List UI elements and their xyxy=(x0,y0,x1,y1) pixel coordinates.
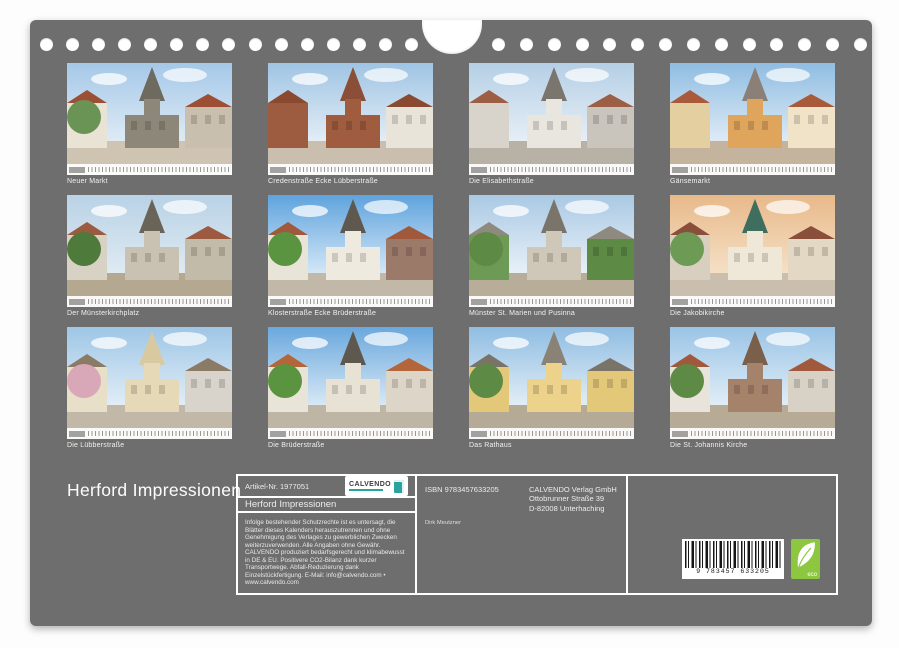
info-box-middle-column: ISBN 9783457633205 CALVENDO Verlag GmbH … xyxy=(417,476,628,593)
photo-thumbnail xyxy=(469,195,634,307)
photo-cell: Neuer Markt xyxy=(67,63,232,185)
photo-cell: Die Elisabethstraße xyxy=(469,63,634,185)
townscape-illustration xyxy=(67,63,232,175)
photo-cell: Gänsemarkt xyxy=(670,63,835,185)
box-title: Herford Impressionen xyxy=(238,498,415,513)
photo-caption: Die St. Johannis Kirche xyxy=(670,442,835,449)
publisher-city: D-82008 Unterhaching xyxy=(529,504,617,513)
publisher-address: CALVENDO Verlag GmbH Ottobrunner Straße … xyxy=(529,485,617,513)
townscape-illustration xyxy=(670,195,835,307)
spiral-binding-holes-right xyxy=(492,38,867,51)
townscape-illustration xyxy=(469,327,634,439)
townscape-illustration xyxy=(268,327,433,439)
calvendo-logo-tagline xyxy=(349,489,383,491)
townscape-illustration xyxy=(670,327,835,439)
photo-thumbnail xyxy=(268,63,433,175)
photo-caption: Die Brüderstraße xyxy=(268,442,433,449)
photo-grid: Neuer Markt Credenstraße Ecke Lübberstra… xyxy=(67,63,837,449)
eco-label: eco xyxy=(807,572,817,578)
hanger-notch xyxy=(422,20,482,54)
townscape-illustration xyxy=(670,63,835,175)
article-number: Artikel-Nr. 1977051 xyxy=(245,482,309,491)
mini-calendar-strip xyxy=(469,296,634,307)
photo-thumbnail xyxy=(469,63,634,175)
legal-text: Infolge bestehender Schutzrechte ist es … xyxy=(238,513,415,593)
mini-calendar-strip xyxy=(268,428,433,439)
photo-caption: Münster St. Marien und Pusinna xyxy=(469,310,634,317)
publisher-name: CALVENDO Verlag GmbH xyxy=(529,485,617,494)
photo-cell: Die Brüderstraße xyxy=(268,327,433,449)
photo-thumbnail xyxy=(67,327,232,439)
info-box-right-column: 9 783457 633205 eco xyxy=(628,476,836,593)
townscape-illustration xyxy=(469,195,634,307)
photo-cell: Münster St. Marien und Pusinna xyxy=(469,195,634,317)
mini-calendar-strip xyxy=(67,164,232,175)
townscape-illustration xyxy=(67,327,232,439)
photo-cell: Klosterstraße Ecke Brüderstraße xyxy=(268,195,433,317)
author-name: Dirk Meutzner xyxy=(425,520,461,526)
photo-thumbnail xyxy=(670,63,835,175)
photo-thumbnail xyxy=(268,327,433,439)
photo-caption: Gänsemarkt xyxy=(670,178,835,185)
townscape-illustration xyxy=(268,195,433,307)
calvendo-logo-icon xyxy=(394,480,404,493)
calendar-back-page: Neuer Markt Credenstraße Ecke Lübberstra… xyxy=(0,0,899,648)
mini-calendar-strip xyxy=(67,428,232,439)
photo-thumbnail xyxy=(268,195,433,307)
calendar-sheet: Neuer Markt Credenstraße Ecke Lübberstra… xyxy=(30,20,872,626)
leaf-icon xyxy=(794,541,817,571)
mini-calendar-strip xyxy=(670,296,835,307)
info-box-left-column: Artikel-Nr. 1977051 CALVENDO Herford Imp… xyxy=(238,476,417,593)
isbn-text: ISBN 9783457633205 xyxy=(425,485,499,494)
photo-cell: Die St. Johannis Kirche xyxy=(670,327,835,449)
photo-cell: Credenstraße Ecke Lübberstraße xyxy=(268,63,433,185)
mini-calendar-strip xyxy=(670,428,835,439)
photo-cell: Die Lübberstraße xyxy=(67,327,232,449)
barcode: 9 783457 633205 xyxy=(682,539,784,579)
photo-thumbnail xyxy=(670,195,835,307)
calvendo-logo-text: CALVENDO xyxy=(349,481,391,488)
mini-calendar-strip xyxy=(268,164,433,175)
photo-caption: Die Elisabethstraße xyxy=(469,178,634,185)
photo-cell: Die Jakobikirche xyxy=(670,195,835,317)
mini-calendar-strip xyxy=(469,428,634,439)
calvendo-logo: CALVENDO xyxy=(345,476,408,496)
photo-caption: Neuer Markt xyxy=(67,178,232,185)
spiral-binding-holes-left xyxy=(40,38,418,51)
info-box: Artikel-Nr. 1977051 CALVENDO Herford Imp… xyxy=(236,474,838,595)
photo-cell: Der Münsterkirchplatz xyxy=(67,195,232,317)
article-number-row: Artikel-Nr. 1977051 CALVENDO xyxy=(238,476,415,498)
photo-thumbnail xyxy=(67,195,232,307)
mini-calendar-strip xyxy=(469,164,634,175)
photo-thumbnail xyxy=(469,327,634,439)
photo-cell: Das Rathaus xyxy=(469,327,634,449)
photo-caption: Die Jakobikirche xyxy=(670,310,835,317)
publisher-street: Ottobrunner Straße 39 xyxy=(529,494,617,503)
mini-calendar-strip xyxy=(670,164,835,175)
barcode-digits: 9 783457 633205 xyxy=(685,568,781,576)
calendar-title: Herford Impressionen xyxy=(67,480,241,501)
townscape-illustration xyxy=(469,63,634,175)
photo-caption: Die Lübberstraße xyxy=(67,442,232,449)
photo-thumbnail xyxy=(67,63,232,175)
townscape-illustration xyxy=(67,195,232,307)
barcode-bars xyxy=(685,541,781,568)
townscape-illustration xyxy=(268,63,433,175)
photo-thumbnail xyxy=(670,327,835,439)
eco-logo: eco xyxy=(791,539,820,579)
photo-caption: Der Münsterkirchplatz xyxy=(67,310,232,317)
photo-caption: Credenstraße Ecke Lübberstraße xyxy=(268,178,433,185)
mini-calendar-strip xyxy=(268,296,433,307)
photo-caption: Klosterstraße Ecke Brüderstraße xyxy=(268,310,433,317)
photo-caption: Das Rathaus xyxy=(469,442,634,449)
mini-calendar-strip xyxy=(67,296,232,307)
